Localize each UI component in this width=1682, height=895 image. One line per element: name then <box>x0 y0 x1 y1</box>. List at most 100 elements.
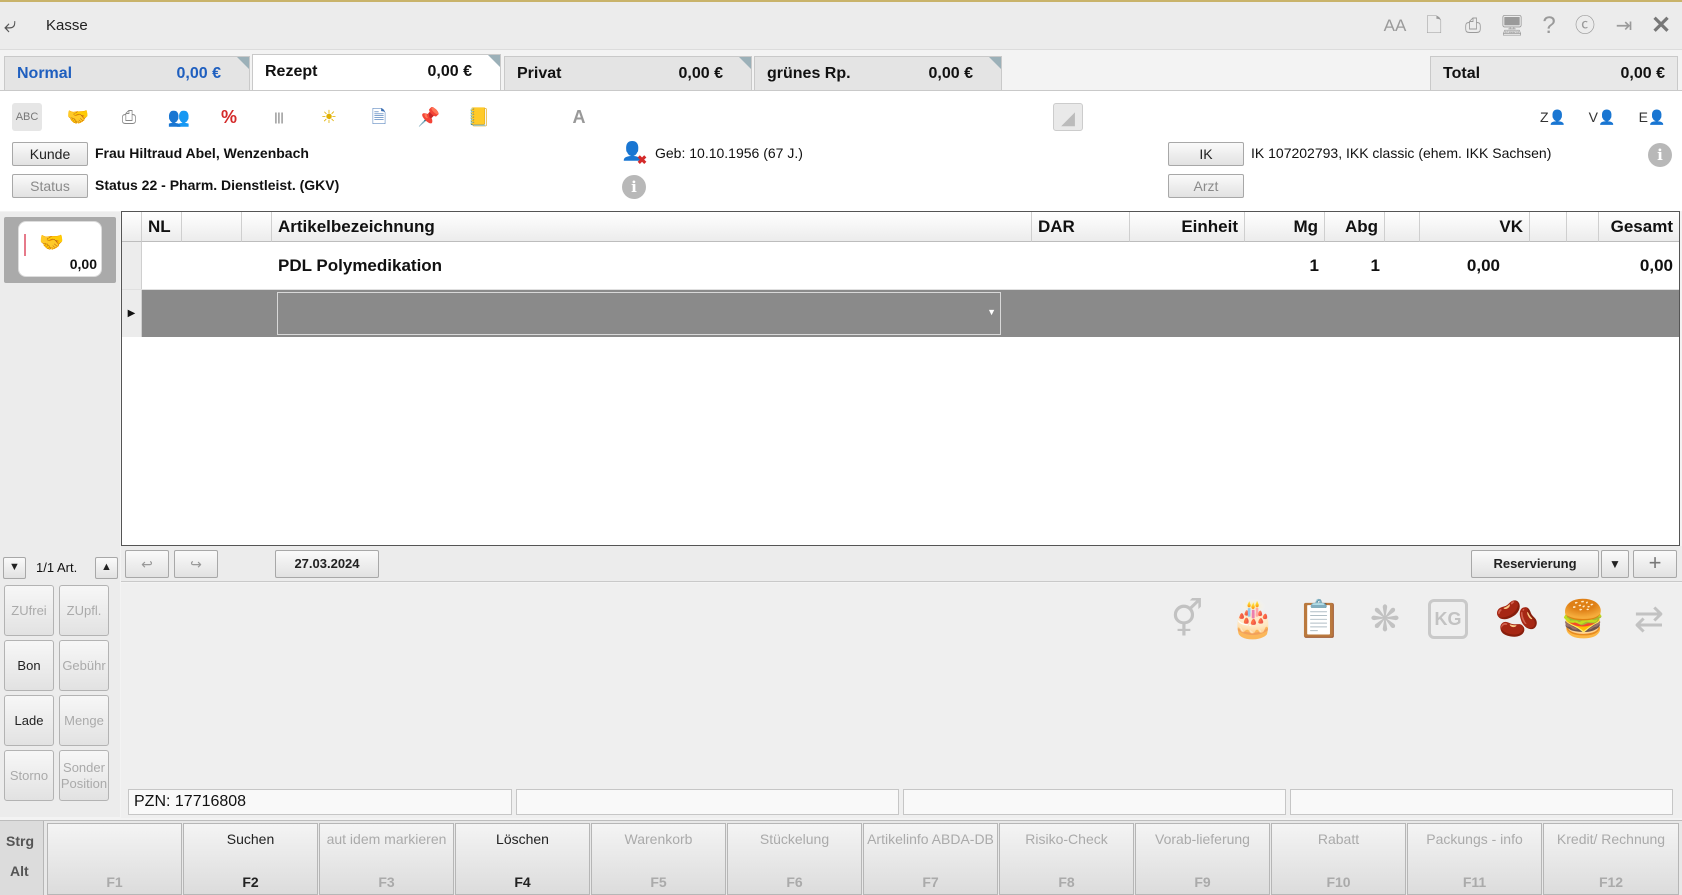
insurance-info-icon[interactable]: i <box>1648 143 1672 167</box>
stueckelung-button[interactable]: Stückelung F6 <box>727 823 862 895</box>
z-document-icon[interactable]: Z👤 <box>1538 103 1568 131</box>
aut-idem-button[interactable]: aut idem markieren F3 <box>319 823 454 895</box>
header-vk[interactable]: VK <box>1420 212 1530 242</box>
e-document-icon[interactable]: E👤 <box>1637 103 1667 131</box>
zupfl-button[interactable]: ZUpfl. <box>59 585 109 636</box>
f5-key: F5 <box>650 874 667 890</box>
grid-footer: ↩ ↪ 27.03.2024 Reservierung ▼ + <box>121 546 1682 582</box>
monitor-icon[interactable]: 🖥 <box>1499 14 1525 38</box>
f2-label: Suchen <box>226 831 275 847</box>
f4-key: F4 <box>514 874 531 890</box>
font-size-icon[interactable]: AA <box>1382 14 1408 38</box>
customer-status: Status 22 - Pharm. Dienstleist. (GKV) <box>95 177 340 193</box>
tab-value: 0,00 € <box>176 65 221 82</box>
storno-button[interactable]: Storno <box>4 750 54 801</box>
v-document-icon[interactable]: V👤 <box>1587 103 1617 131</box>
alt-label: Alt <box>10 863 29 879</box>
exit-icon[interactable]: ⇥ <box>1611 14 1637 38</box>
kasse-window: ⤶ Kasse AA 🗋 ⎙ 🖥 ? ⓒ ⇥ ✕ Normal 0,00 € R… <box>0 0 1682 895</box>
add-icon[interactable]: + <box>1633 550 1677 578</box>
kunde-button[interactable]: Kunde <box>12 142 88 166</box>
close-icon[interactable]: ✕ <box>1648 14 1674 38</box>
f1-button[interactable]: F1 <box>47 823 182 895</box>
header-mg[interactable]: Mg <box>1245 212 1325 242</box>
tab-corner-icon <box>989 57 1001 69</box>
kredit-rechnung-button[interactable]: Kredit/ Rechnung F12 <box>1543 823 1679 895</box>
export-icon[interactable]: ↩ <box>125 550 169 578</box>
artikelinfo-button[interactable]: Artikelinfo ABDA-DB F7 <box>863 823 998 895</box>
f11-label: Packungs - info <box>1426 831 1523 847</box>
total-label: Total <box>1443 65 1481 82</box>
reservierung-dropdown-icon[interactable]: ▼ <box>1601 550 1629 578</box>
zufrei-button[interactable]: ZUfrei <box>4 585 54 636</box>
tab-privat[interactable]: Privat 0,00 € <box>504 56 752 90</box>
f2-key: F2 <box>242 874 259 890</box>
ik-button[interactable]: IK <box>1168 142 1244 166</box>
text-format-icon[interactable]: A <box>564 103 594 131</box>
back-arrow-icon[interactable]: ⤶ <box>4 14 32 36</box>
cash-register-icon[interactable]: ⎙ <box>114 103 144 131</box>
tab-gruenes-rezept[interactable]: grünes Rp. 0,00 € <box>754 56 1002 90</box>
input-row[interactable]: ▶ ▼ <box>122 290 1679 337</box>
square-icon[interactable]: ◢ <box>1053 103 1083 131</box>
header-nl[interactable]: NL <box>142 212 182 242</box>
tab-label: grünes Rp. <box>767 65 851 82</box>
customers-icon[interactable]: 👥 <box>164 103 194 131</box>
loeschen-button[interactable]: Löschen F4 <box>455 823 590 895</box>
header-einheit[interactable]: Einheit <box>1130 212 1245 242</box>
info-icon[interactable]: i <box>622 175 646 199</box>
discount-icon[interactable]: % <box>214 103 244 131</box>
binder-icon[interactable]: 📒 <box>464 103 494 131</box>
row-mg: 1 <box>1309 256 1319 275</box>
risiko-check-button[interactable]: Risiko-Check F8 <box>999 823 1134 895</box>
person-remove-icon[interactable]: 👤 ✖ <box>621 141 647 167</box>
f4-label: Löschen <box>496 831 549 847</box>
help-icon[interactable]: ? <box>1536 14 1562 38</box>
status-button[interactable]: Status <box>12 174 88 198</box>
dropdown-arrow-icon[interactable]: ▼ <box>987 307 996 317</box>
vorablieferung-button[interactable]: Vorab-lieferung F9 <box>1135 823 1270 895</box>
date-button[interactable]: 27.03.2024 <box>275 550 379 578</box>
table-row[interactable]: PDL Polymedikation 1 1 0,00 0,00 <box>122 242 1679 290</box>
rabatt-button[interactable]: Rabatt F10 <box>1271 823 1406 895</box>
article-input[interactable]: ▼ <box>277 292 1001 335</box>
scroll-down-button[interactable]: ▼ <box>3 557 26 579</box>
packungsinfo-button[interactable]: Packungs - info F11 <box>1407 823 1542 895</box>
f12-label: Kredit/ Rechnung <box>1556 831 1666 847</box>
reservierung-button[interactable]: Reservierung <box>1471 550 1599 578</box>
f7-key: F7 <box>922 874 939 890</box>
print-icon[interactable]: ⎙ <box>1460 14 1486 38</box>
import-icon[interactable]: ↪ <box>174 550 218 578</box>
gebuehr-button[interactable]: Gebühr <box>59 640 109 691</box>
barcode-icon[interactable]: ||| <box>264 103 294 131</box>
tab-corner-icon <box>739 57 751 69</box>
pin-icon[interactable]: 📌 <box>414 103 444 131</box>
sale-tile[interactable]: 🤝 0,00 <box>4 217 116 283</box>
edge-icon[interactable]: ⓒ <box>1572 14 1598 38</box>
sun-icon[interactable]: ☀ <box>314 103 344 131</box>
sonder-position-button[interactable]: Sonder Position <box>59 750 109 801</box>
warenkorb-button[interactable]: Warenkorb F5 <box>591 823 726 895</box>
arzt-button[interactable]: Arzt <box>1168 174 1244 198</box>
tab-value: 0,00 € <box>678 65 723 82</box>
lade-button[interactable]: Lade <box>4 695 54 746</box>
header-abg[interactable]: Abg <box>1325 212 1385 242</box>
f9-key: F9 <box>1194 874 1211 890</box>
info-field-4 <box>1290 789 1673 815</box>
card-reader-icon[interactable]: ABC <box>12 103 42 131</box>
header-dar[interactable]: DAR <box>1032 212 1130 242</box>
scroll-up-button[interactable]: ▲ <box>95 557 118 579</box>
document-person-icon[interactable]: 🗎 <box>364 103 394 131</box>
f12-key: F12 <box>1598 874 1624 890</box>
tab-normal[interactable]: Normal 0,00 € <box>4 56 250 90</box>
info-field-2 <box>516 789 899 815</box>
copy-icon[interactable]: 🗋 <box>1421 14 1447 38</box>
menge-button[interactable]: Menge <box>59 695 109 746</box>
handshake-icon[interactable]: 🤝 <box>63 103 93 131</box>
tab-rezept[interactable]: Rezept 0,00 € <box>252 54 501 91</box>
suchen-button[interactable]: Suchen F2 <box>183 823 318 895</box>
header-gesamt[interactable]: Gesamt <box>1599 212 1679 242</box>
bon-button[interactable]: Bon <box>4 640 54 691</box>
info-field-3 <box>903 789 1286 815</box>
birthday-cake-icon: 🎂 <box>1230 598 1276 639</box>
